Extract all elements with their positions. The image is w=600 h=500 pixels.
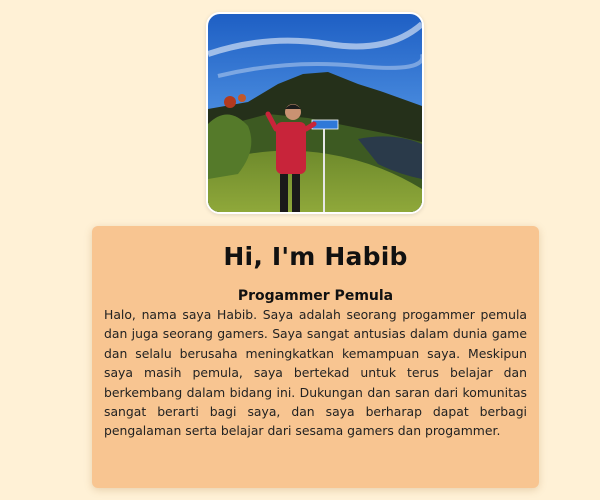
profile-heading: Hi, I'm Habib — [223, 242, 408, 271]
profile-photo — [206, 12, 424, 214]
profile-role: Progammer Pemula — [237, 288, 394, 304]
profile-card: Hi, I'm Habib Progammer Pemula Halo, nam… — [92, 226, 539, 488]
profile-photo-image — [208, 14, 422, 212]
profile-page: Hi, I'm Habib Progammer Pemula Halo, nam… — [0, 0, 600, 500]
profile-bio: Halo, nama saya Habib. Saya adalah seora… — [104, 307, 527, 439]
